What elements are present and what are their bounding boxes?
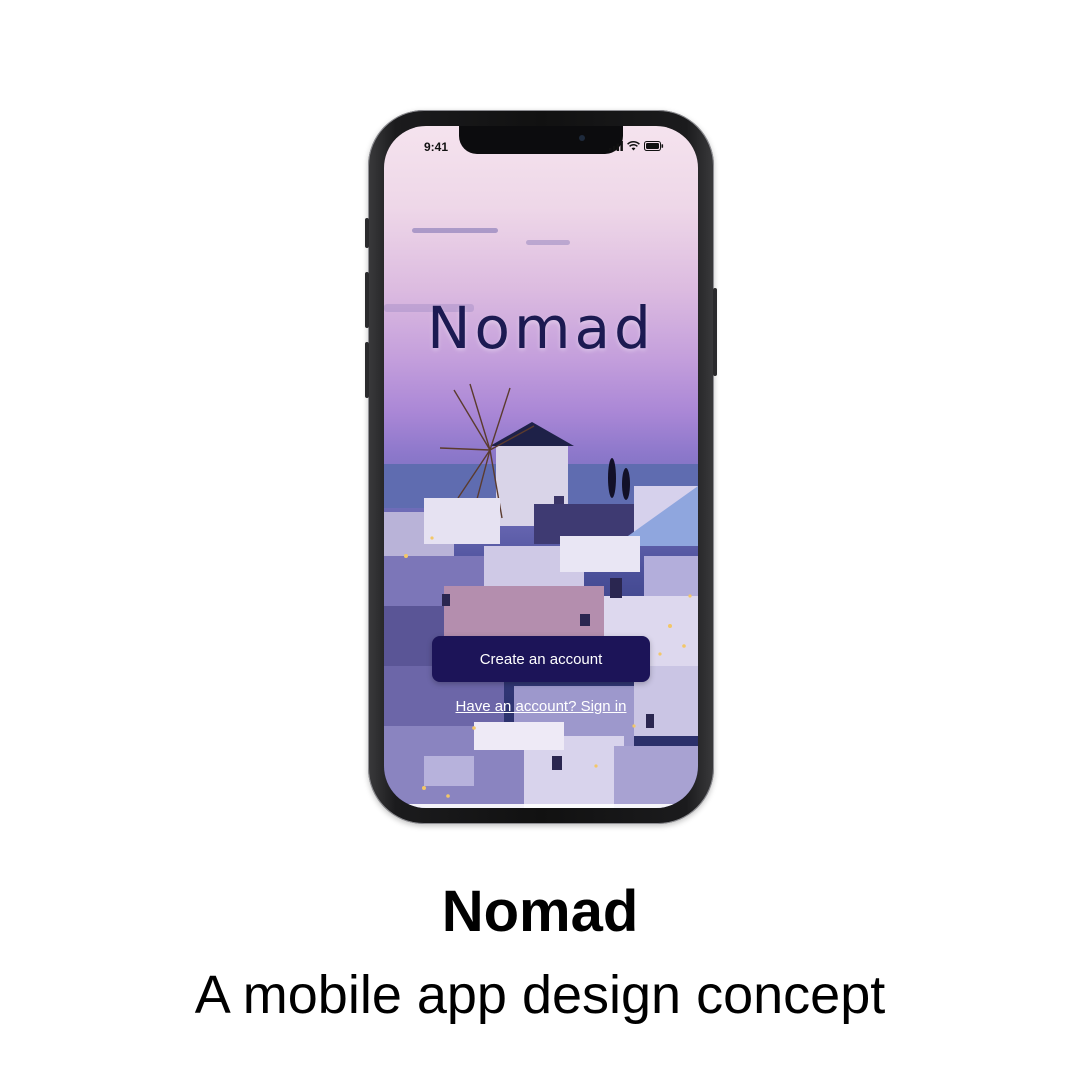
front-camera: [579, 135, 585, 141]
caption-title: Nomad: [441, 879, 639, 944]
status-time: 9:41: [424, 140, 449, 154]
sign-in-link[interactable]: Have an account? Sign in: [384, 698, 698, 715]
notch: [459, 126, 623, 154]
phone-volume-up-button: [365, 272, 369, 328]
create-account-button[interactable]: Create an account: [432, 636, 650, 682]
wifi-icon: [627, 141, 640, 151]
home-indicator: [384, 804, 698, 808]
phone-mockup: 9:41 Nomad Create an account Have an acc…: [365, 110, 717, 824]
status-icons: [609, 141, 664, 151]
signal-icon: [609, 141, 623, 151]
phone-mute-switch: [365, 218, 369, 248]
page: 9:41 Nomad Create an account Have an acc…: [0, 0, 1080, 1080]
battery-icon: [644, 141, 664, 151]
phone-volume-down-button: [365, 342, 369, 398]
caption-subtitle: A mobile app design concept: [194, 965, 886, 1025]
app-screen: 9:41 Nomad Create an account Have an acc…: [384, 126, 698, 808]
phone-power-button: [713, 288, 717, 376]
app-brand-title: Nomad: [427, 294, 655, 362]
